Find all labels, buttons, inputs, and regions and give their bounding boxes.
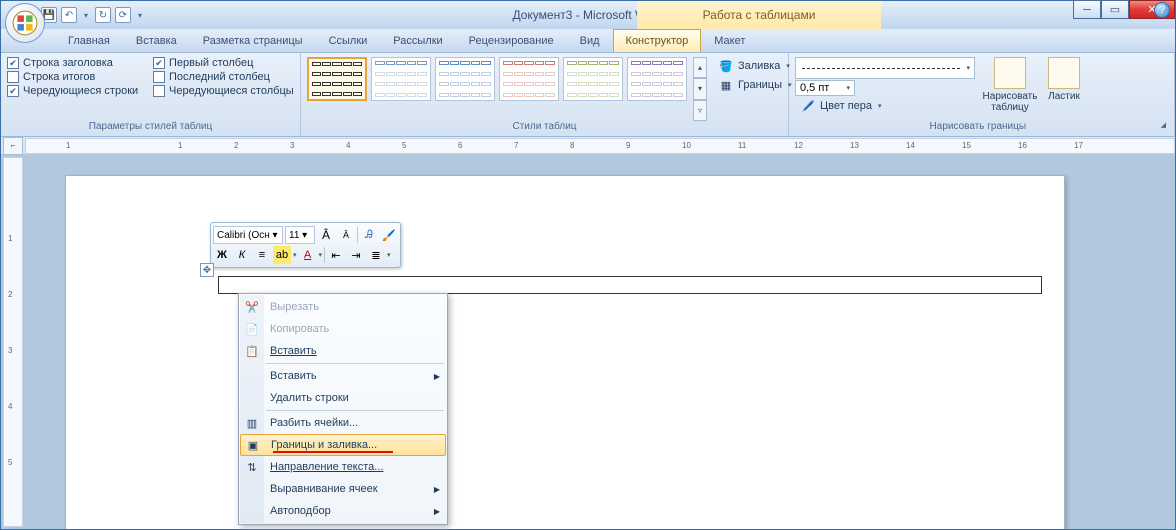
vertical-ruler[interactable]: 12345 [3,157,23,527]
eraser-button[interactable]: Ластик [1037,55,1091,121]
borders-icon: ▦ [718,78,734,92]
ctx-autofit[interactable]: Автоподбор▶ [240,500,446,522]
style-thumb[interactable] [371,57,431,101]
chk-last-col[interactable]: Последний столбец [153,71,294,83]
style-thumb[interactable] [627,57,687,101]
copy-icon: 📄 [244,323,260,336]
group-label-style-options: Параметры стилей таблиц [7,121,294,136]
window-title: Документ3 - Microsoft Word [1,8,1175,22]
paste-icon: 📋 [244,345,260,358]
decrease-indent-icon[interactable]: ⇤ [327,246,345,264]
styles-gallery: ▴ ▾ ▿ [307,55,707,121]
tab-home[interactable]: Главная [55,29,123,52]
font-color-icon[interactable]: A [299,246,317,264]
increase-indent-icon[interactable]: ⇥ [347,246,365,264]
table-move-handle-icon[interactable]: ✥ [200,263,214,277]
tab-table-layout[interactable]: Макет [701,29,758,52]
page: Calibri (Осн ▾ 11 ▾ Â Ǎ Ꭿ 🖌️ Ж К ≡ ab … [65,175,1065,529]
ruler-row: ⌐ 11234567891011121314151617 [1,137,1175,155]
gallery-more-icon[interactable]: ▿ [693,100,707,121]
maximize-button[interactable]: ▭ [1101,0,1129,19]
tab-references[interactable]: Ссылки [316,29,381,52]
minimize-button[interactable]: ─ [1073,0,1101,19]
tab-design[interactable]: Конструктор [613,29,702,52]
italic-icon[interactable]: К [233,246,251,264]
document-area[interactable]: Calibri (Осн ▾ 11 ▾ Â Ǎ Ꭿ 🖌️ Ж К ≡ ab … [25,155,1175,529]
styles-icon[interactable]: Ꭿ [360,226,378,244]
highlight-mark [273,451,393,453]
style-thumb[interactable] [307,57,367,101]
pen-icon: 🖊️ [800,99,816,113]
office-button[interactable] [5,3,45,43]
shrink-font-icon[interactable]: Ǎ [337,226,355,244]
highlight-icon[interactable]: ab [273,246,291,264]
undo-icon[interactable]: ↶ [61,7,77,23]
ctx-delete-rows[interactable]: Удалить строки [240,387,446,409]
chk-header-row[interactable]: Строка заголовка [7,57,153,69]
cut-icon: ✂️ [244,301,260,314]
help-icon[interactable]: ? [1154,2,1170,18]
chk-total-row[interactable]: Строка итогов [7,71,153,83]
mini-toolbar: Calibri (Осн ▾ 11 ▾ Â Ǎ Ꭿ 🖌️ Ж К ≡ ab … [210,222,401,268]
repeat-icon[interactable]: ⟳ [115,7,131,23]
horizontal-ruler[interactable]: 11234567891011121314151617 [25,138,1175,154]
contextual-tab-title: Работа с таблицами [637,1,881,29]
ctx-copy: 📄Копировать [240,318,446,340]
group-label-draw-borders: Нарисовать границы [795,121,1168,136]
borders-button[interactable]: ▦Границы▾ [713,76,797,94]
eraser-icon [1048,57,1080,89]
pen-color-button[interactable]: 🖊️Цвет пера▾ [795,97,975,115]
group-draw-borders: ▾ 0,5 пт▾ 🖊️Цвет пера▾ Нарисовать таблиц… [789,53,1175,136]
align-center-icon[interactable]: ≡ [253,246,271,264]
border-width-select[interactable]: 0,5 пт▾ [795,80,855,96]
chk-banded-cols[interactable]: Чередующиеся столбцы [153,85,294,97]
ctx-split-cells[interactable]: ▥Разбить ячейки... [240,412,446,434]
group-label-table-styles: Стили таблиц [307,121,782,136]
split-icon: ▥ [244,417,260,430]
tab-selector-icon[interactable]: ⌐ [3,137,23,155]
chk-banded-rows[interactable]: Чередующиеся строки [7,85,153,97]
ribbon: Строка заголовка Строка итогов Чередующи… [1,53,1175,137]
ribbon-tabs: Главная Вставка Разметка страницы Ссылки… [1,29,1175,53]
text-dir-icon: ⇅ [244,461,260,474]
tab-insert[interactable]: Вставка [123,29,190,52]
format-painter-icon[interactable]: 🖌️ [380,226,398,244]
bucket-icon: 🪣 [718,59,734,73]
style-thumb[interactable] [499,57,559,101]
context-menu: ✂️Вырезать 📄Копировать 📋Вставить Вставит… [238,293,448,525]
draw-table-button[interactable]: Нарисовать таблицу [983,55,1037,121]
ctx-paste[interactable]: 📋Вставить [240,340,446,362]
style-thumb[interactable] [563,57,623,101]
grow-font-icon[interactable]: Â [317,226,335,244]
bold-icon[interactable]: Ж [213,246,231,264]
ctx-borders-shading[interactable]: ▣Границы и заливка... [240,434,446,456]
group-table-styles: ▴ ▾ ▿ 🪣Заливка▾ ▦Границы▾ Стили таблиц [301,53,789,136]
gallery-up-icon[interactable]: ▴ [693,57,707,78]
chk-first-col[interactable]: Первый столбец [153,57,294,69]
tab-review[interactable]: Рецензирование [456,29,567,52]
tab-page-layout[interactable]: Разметка страницы [190,29,316,52]
font-size-select[interactable]: 11 ▾ [285,226,315,244]
redo-icon[interactable]: ↻ [95,7,111,23]
tab-mailings[interactable]: Рассылки [380,29,455,52]
ctx-cell-alignment[interactable]: Выравнивание ячеек▶ [240,478,446,500]
workspace: 12345 Calibri (Осн ▾ 11 ▾ Â Ǎ Ꭿ 🖌️ Ж [1,155,1175,529]
tab-view[interactable]: Вид [567,29,613,52]
ctx-cut: ✂️Вырезать [240,296,446,318]
group-style-options: Строка заголовка Строка итогов Чередующи… [1,53,301,136]
ctx-text-direction[interactable]: ⇅Направление текста... [240,456,446,478]
shading-button[interactable]: 🪣Заливка▾ [713,57,797,75]
font-select[interactable]: Calibri (Осн ▾ [213,226,283,244]
gallery-down-icon[interactable]: ▾ [693,78,707,99]
undo-more-icon[interactable]: ▾ [81,11,91,20]
bullets-icon[interactable]: ≣ [367,246,385,264]
app-window: 💾 ↶ ▾ ↻ ⟳ ▾ Документ3 - Microsoft Word Р… [0,0,1176,530]
ctx-insert[interactable]: Вставить▶ [240,365,446,387]
titlebar: 💾 ↶ ▾ ↻ ⟳ ▾ Документ3 - Microsoft Word Р… [1,1,1175,29]
borders-icon: ▣ [245,439,261,452]
draw-table-icon [994,57,1026,89]
border-style-select[interactable]: ▾ [795,57,975,79]
qat-customize-icon[interactable]: ▾ [135,11,145,20]
style-thumb[interactable] [435,57,495,101]
